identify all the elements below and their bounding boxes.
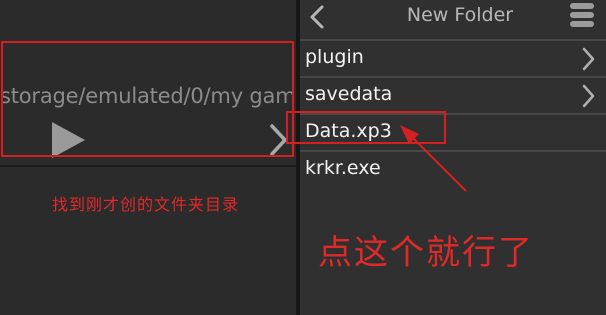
annotation-text-right: 点这个就行了 [318,233,534,273]
list-item-label: krkr.exe [305,157,381,179]
list-item-savedata[interactable]: savedata [300,76,606,113]
list-item-label: plugin [305,46,364,68]
annotation-box-file [286,111,446,144]
chevron-right-icon [582,47,595,71]
list-item-plugin[interactable]: plugin [300,39,606,76]
annotation-text-left: 找到刚才创的文件夹目录 [52,195,240,214]
list-item-label: savedata [305,83,393,105]
folder-title: New Folder [406,4,514,26]
list-item-krkr-exe[interactable]: krkr.exe [300,150,606,187]
chevron-right-icon [582,84,595,108]
menu-icon[interactable] [570,3,596,33]
back-icon[interactable] [308,5,326,29]
divider [0,165,296,167]
annotation-box-path [1,41,294,157]
file-browser-pane: New Folder plugin savedata Data.xp3 krkr… [300,0,606,315]
